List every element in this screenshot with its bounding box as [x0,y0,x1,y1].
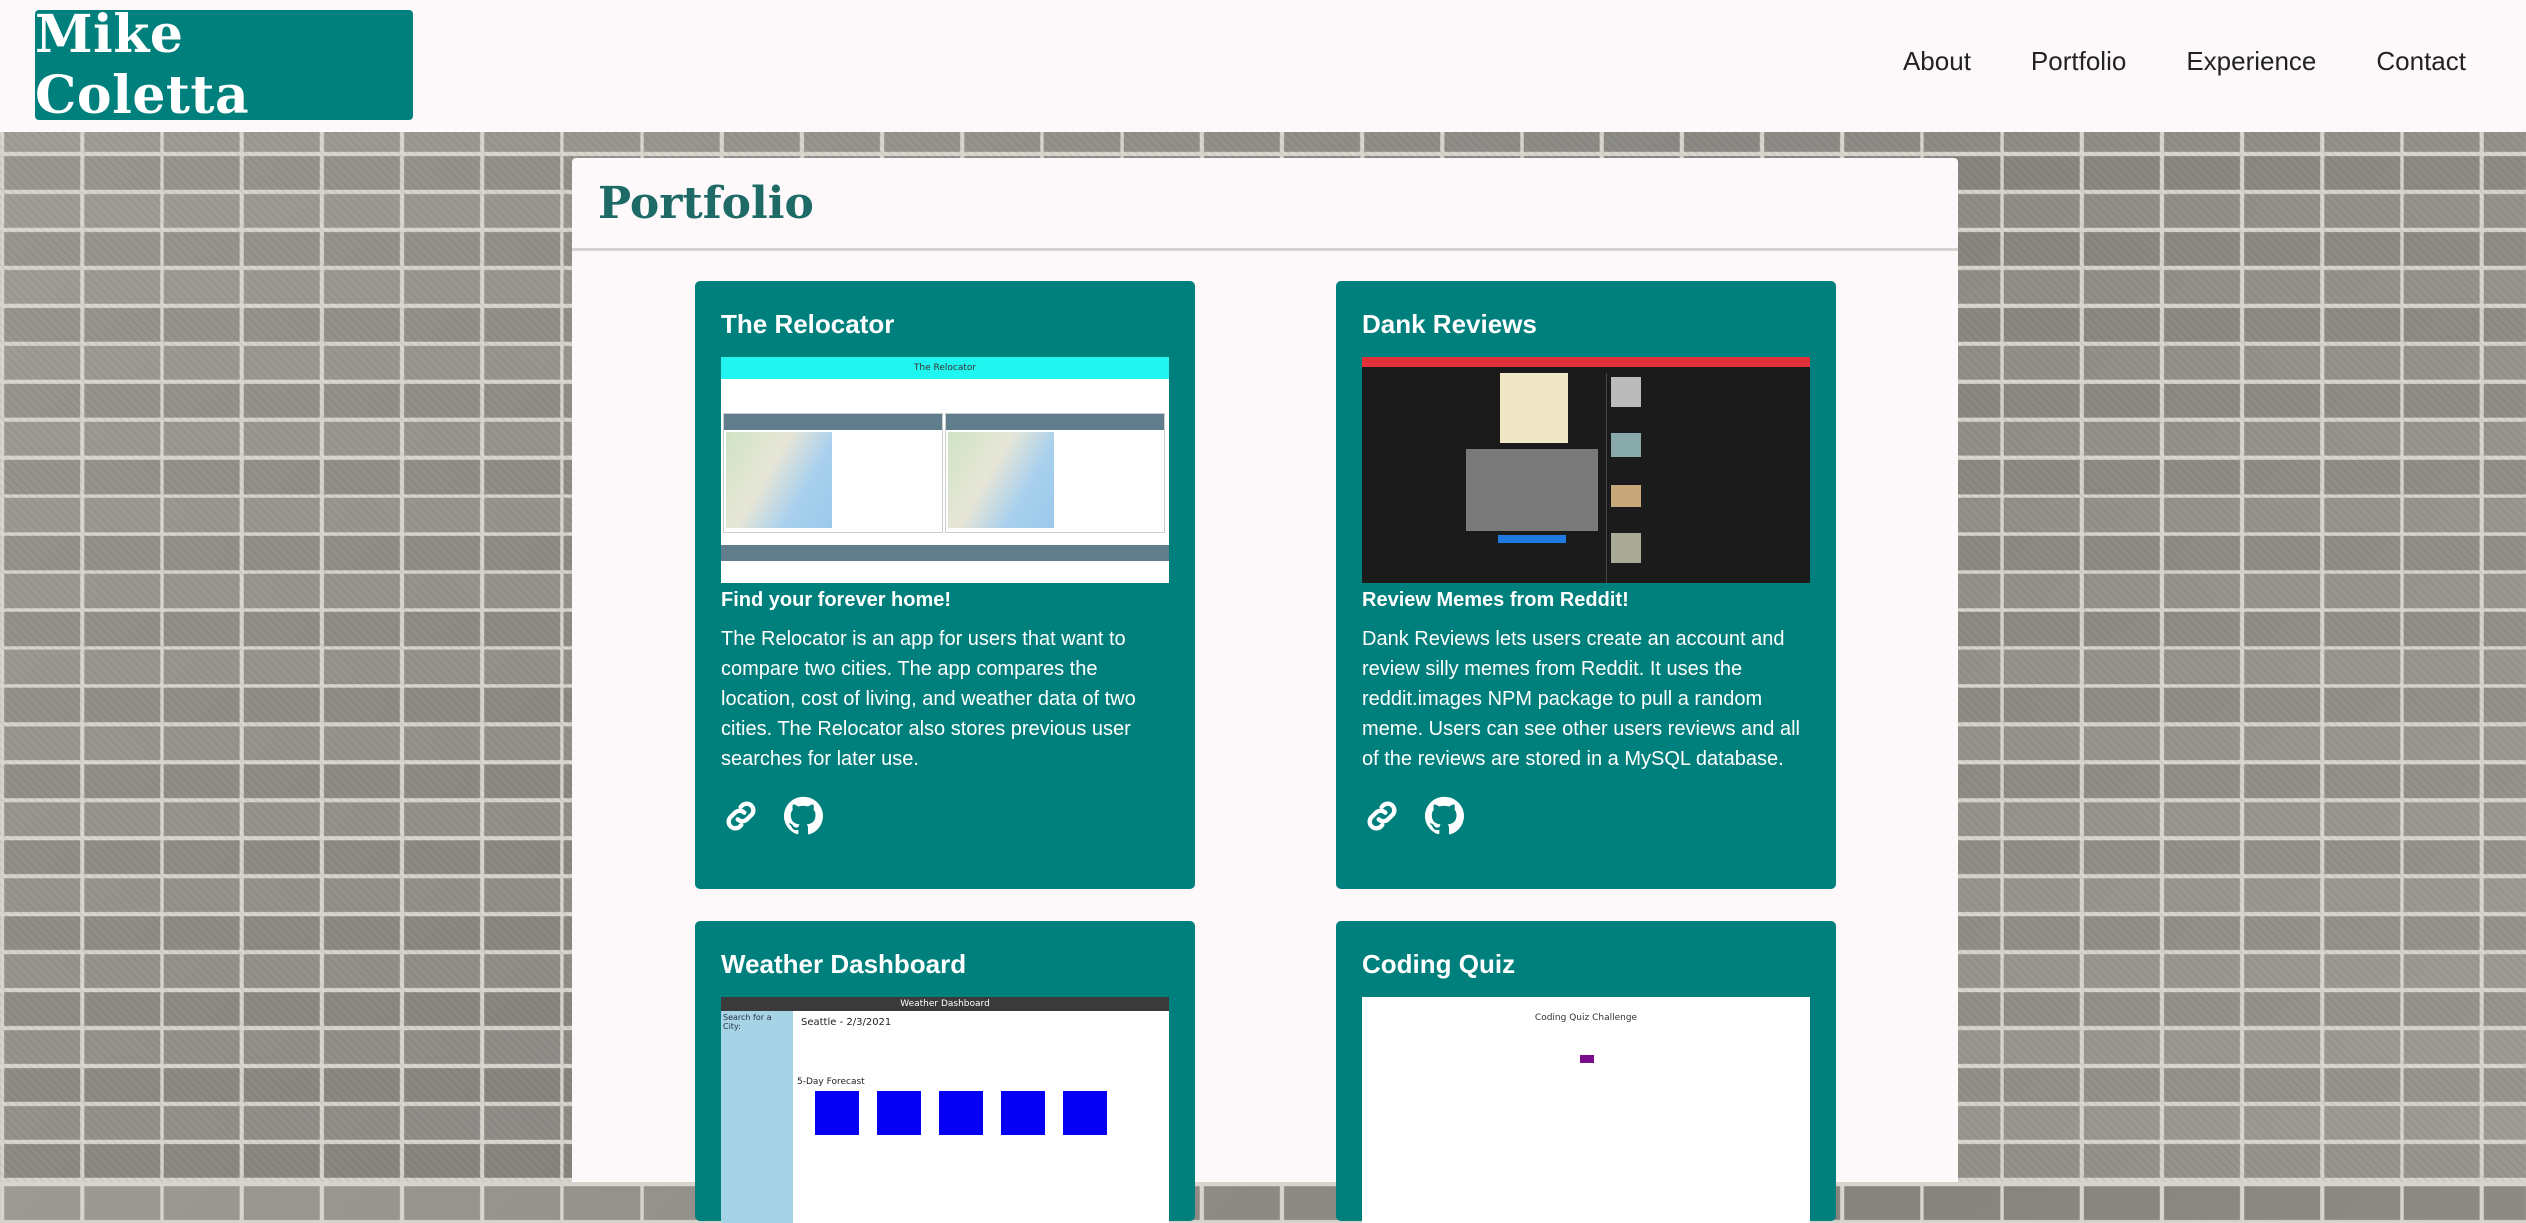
project-title: Dank Reviews [1362,309,1537,339]
nav-experience[interactable]: Experience [2186,46,2316,77]
screenshot-forecast-bar [721,545,1169,561]
screenshot-header: The Relocator [721,357,1169,379]
section-title: Portfolio [598,177,814,229]
screenshot-header: Weather Dashboard [721,997,1169,1011]
link-icon[interactable] [1362,796,1402,836]
project-card-dank-reviews: Dank Reviews Review Memes from Reddit! D… [1336,281,1836,889]
github-icon[interactable] [1424,796,1464,836]
project-subtitle: Review Memes from Reddit! [1362,589,1629,611]
panel-header: Portfolio [572,158,1958,251]
project-card-relocator: The Relocator The Relocator Find your fo… [695,281,1195,889]
nav-contact[interactable]: Contact [2376,46,2466,77]
screenshot-column [723,413,943,533]
nav-links: About Portfolio Experience Contact [1903,46,2466,77]
project-subtitle: Find your forever home! [721,589,952,611]
project-title: Weather Dashboard [721,949,967,979]
screenshot-header: Coding Quiz Challenge [1534,1013,1638,1023]
screenshot-sidebar: Search for a City: [721,1011,793,1223]
project-screenshot[interactable]: The Relocator [721,357,1169,583]
project-screenshot[interactable]: Weather Dashboard Search for a City: Sea… [721,997,1169,1223]
project-card-coding-quiz: Coding Quiz Coding Quiz Challenge [1336,921,1836,1223]
link-icon[interactable] [721,796,761,836]
nav-about[interactable]: About [1903,46,1971,77]
screenshot-column [945,413,1165,533]
nav-portfolio[interactable]: Portfolio [2031,46,2126,77]
brand-logo[interactable]: Mike Coletta [35,4,413,126]
project-screenshot[interactable] [1362,357,1810,583]
top-navbar: Mike Coletta About Portfolio Experience … [0,0,2526,132]
screenshot-start-button [1580,1055,1594,1063]
project-description: The Relocator is an app for users that w… [721,628,1136,770]
brand-name: Mike Coletta [35,4,250,126]
project-card-weather-dashboard: Weather Dashboard Weather Dashboard Sear… [695,921,1195,1223]
project-links [1362,796,1810,836]
portfolio-panel: Portfolio The Relocator The Relocator Fi… [572,158,1958,1223]
project-title: The Relocator [721,309,895,339]
project-description: Dank Reviews lets users create an accoun… [1362,628,1800,770]
github-icon[interactable] [783,796,823,836]
project-screenshot[interactable]: Coding Quiz Challenge [1362,997,1810,1223]
project-links [721,796,1169,836]
project-title: Coding Quiz [1362,949,1516,979]
